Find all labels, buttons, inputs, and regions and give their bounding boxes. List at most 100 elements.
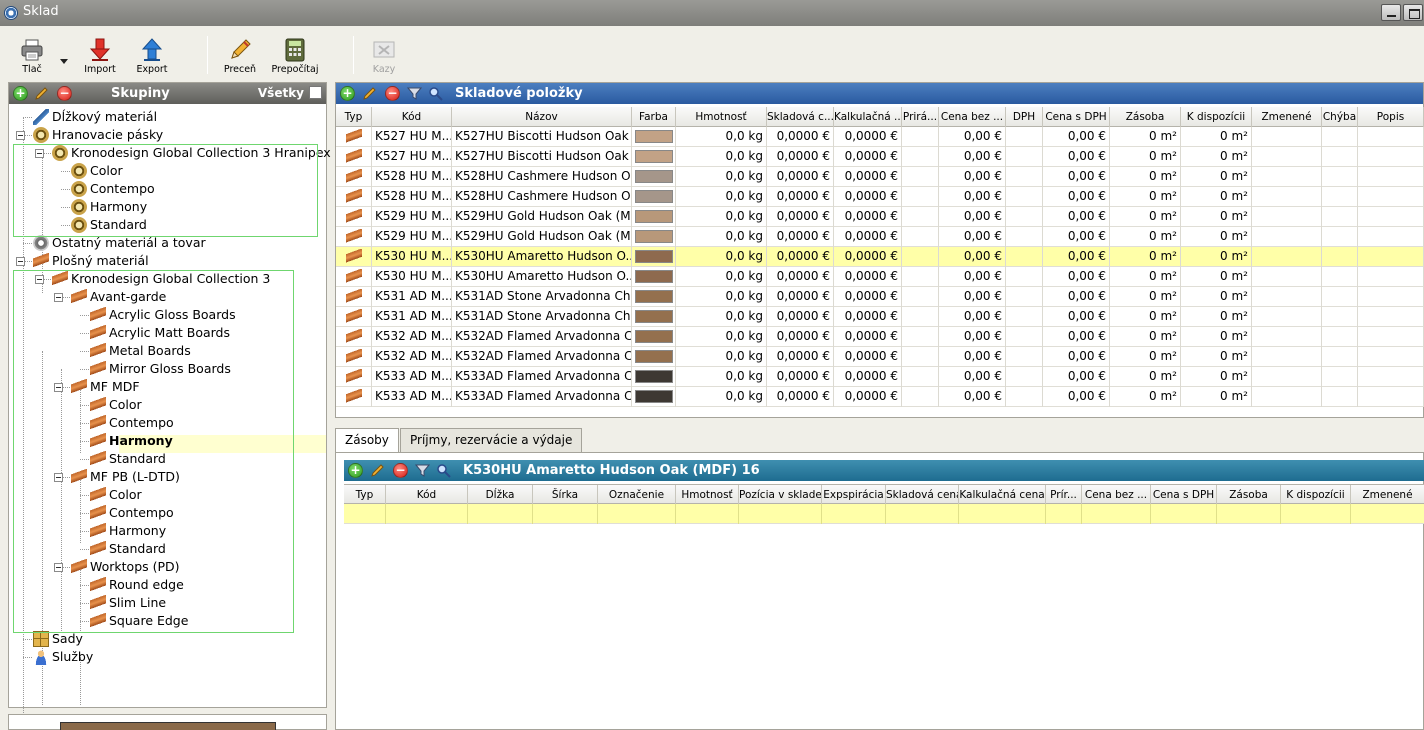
column-header[interactable]: Typ — [336, 107, 372, 127]
table-row[interactable]: K528 HU M... K528HU Cashmere Hudson O... 0… — [336, 187, 1424, 207]
edit-icon[interactable] — [34, 86, 49, 101]
table-row[interactable]: K531 AD M... K531AD Stone Arvadonna Ch...… — [336, 287, 1424, 307]
add-icon[interactable]: + — [348, 463, 363, 478]
column-header[interactable]: Pozícia v sklade — [739, 485, 822, 505]
column-header[interactable]: Typ — [344, 485, 386, 505]
empty-cell[interactable] — [959, 504, 1046, 524]
column-header[interactable]: Zásoba — [1110, 107, 1181, 127]
empty-cell[interactable] — [1151, 504, 1217, 524]
column-header[interactable]: Hmotnosť — [676, 107, 767, 127]
tab-stock[interactable]: Zásoby — [335, 428, 399, 453]
empty-cell[interactable] — [739, 504, 822, 524]
column-header[interactable]: Označenie — [598, 485, 676, 505]
stock-price-cell: 0,0000 € — [767, 287, 834, 307]
tree-item[interactable]: Plošný materiál — [9, 252, 326, 270]
column-header[interactable]: Kód — [386, 485, 468, 505]
column-header[interactable]: Názov — [452, 107, 632, 127]
empty-cell[interactable] — [344, 504, 386, 524]
empty-cell[interactable] — [1082, 504, 1151, 524]
column-header[interactable]: Zmenené — [1252, 107, 1322, 127]
search-icon[interactable] — [436, 463, 451, 478]
stock-detail-new-row[interactable] — [344, 504, 1424, 524]
column-header[interactable]: Cena bez ... — [1082, 485, 1151, 505]
available-cell: 0 m² — [1181, 207, 1252, 227]
reprice-button[interactable]: Preceň — [214, 36, 266, 76]
empty-cell[interactable] — [468, 504, 533, 524]
empty-cell[interactable] — [386, 504, 468, 524]
search-icon[interactable] — [428, 86, 443, 101]
all-checkbox[interactable] — [309, 86, 322, 99]
empty-cell[interactable] — [1351, 504, 1424, 524]
add-icon[interactable]: + — [340, 86, 355, 101]
empty-cell[interactable] — [822, 504, 886, 524]
column-header[interactable]: Prirá... — [902, 107, 939, 127]
empty-cell — [1006, 307, 1043, 327]
table-row[interactable]: K527 HU M... K527HU Biscotti Hudson Oak .… — [336, 147, 1424, 167]
maximize-button[interactable] — [1403, 4, 1423, 21]
collapse-toggle-icon[interactable] — [16, 257, 25, 266]
table-row[interactable]: K529 HU M... K529HU Gold Hudson Oak (M...… — [336, 227, 1424, 247]
table-row[interactable]: K529 HU M... K529HU Gold Hudson Oak (M...… — [336, 207, 1424, 227]
price-vat-cell: 0,00 € — [1043, 367, 1110, 387]
minimize-button[interactable] — [1381, 4, 1401, 21]
column-header[interactable]: Hmotnosť — [676, 485, 739, 505]
column-header[interactable]: Dĺžka — [468, 485, 533, 505]
column-header[interactable]: Prír... — [1046, 485, 1082, 505]
table-row[interactable]: K533 AD M... K533AD Flamed Arvadonna C...… — [336, 367, 1424, 387]
table-row[interactable]: K530 HU M... K530HU Amaretto Hudson O... 0… — [336, 247, 1424, 267]
delete-icon[interactable]: − — [57, 86, 72, 101]
empty-cell[interactable] — [598, 504, 676, 524]
table-row[interactable]: K531 AD M... K531AD Stone Arvadonna Ch...… — [336, 307, 1424, 327]
add-icon[interactable]: + — [13, 86, 28, 101]
column-header[interactable]: Cena s DPH — [1043, 107, 1110, 127]
column-header[interactable]: Kalkulačná ... — [834, 107, 902, 127]
column-header[interactable]: Expspirácia — [822, 485, 886, 505]
column-header[interactable]: Skladová cena — [886, 485, 959, 505]
column-header[interactable]: K dispozícii — [1281, 485, 1351, 505]
table-row[interactable]: K532 AD M... K532AD Flamed Arvadonna C...… — [336, 347, 1424, 367]
table-row[interactable]: K532 AD M... K532AD Flamed Arvadonna C...… — [336, 327, 1424, 347]
table-row[interactable]: K528 HU M... K528HU Cashmere Hudson O... 0… — [336, 167, 1424, 187]
empty-cell[interactable] — [1281, 504, 1351, 524]
table-row[interactable]: K533 AD M... K533AD Flamed Arvadonna C...… — [336, 387, 1424, 407]
column-header[interactable]: DPH — [1006, 107, 1043, 127]
tree-item[interactable]: Dĺžkový materiál — [9, 108, 326, 126]
empty-cell[interactable] — [676, 504, 739, 524]
empty-cell[interactable] — [533, 504, 598, 524]
delete-icon[interactable]: − — [385, 86, 400, 101]
chevron-down-icon[interactable] — [60, 59, 68, 64]
empty-cell — [1252, 287, 1322, 307]
column-header[interactable]: Cena bez ... — [939, 107, 1006, 127]
filter-icon[interactable] — [407, 86, 422, 101]
column-header[interactable]: Kalkulačná cena — [959, 485, 1046, 505]
column-header[interactable]: K dispozícii — [1181, 107, 1252, 127]
recalculate-button[interactable]: Prepočítaj — [269, 36, 321, 76]
table-row[interactable]: K530 HU M... K530HU Amaretto Hudson O... 0… — [336, 267, 1424, 287]
edit-icon[interactable] — [370, 463, 385, 478]
empty-cell — [1006, 187, 1043, 207]
column-header[interactable]: Zásoba — [1217, 485, 1281, 505]
tree-item[interactable]: Služby — [9, 648, 326, 666]
column-header[interactable]: Chýba — [1322, 107, 1358, 127]
print-button[interactable]: Tlač — [6, 36, 68, 76]
column-header[interactable]: Farba — [632, 107, 676, 127]
empty-cell[interactable] — [1217, 504, 1281, 524]
delete-icon[interactable]: − — [393, 463, 408, 478]
column-header[interactable]: Šírka — [533, 485, 598, 505]
export-button[interactable]: Export — [126, 36, 178, 76]
defects-button[interactable]: Kazy — [358, 36, 410, 76]
edit-icon[interactable] — [362, 86, 377, 101]
filter-icon[interactable] — [415, 463, 430, 478]
column-header[interactable]: Kód — [372, 107, 452, 127]
empty-cell[interactable] — [886, 504, 959, 524]
collapse-toggle-icon[interactable] — [16, 131, 25, 140]
import-button[interactable]: Import — [74, 36, 126, 76]
tree-item[interactable]: Hranovacie pásky — [9, 126, 326, 144]
column-header[interactable]: Cena s DPH — [1151, 485, 1217, 505]
table-row[interactable]: K527 HU M... K527HU Biscotti Hudson Oak .… — [336, 127, 1424, 147]
column-header[interactable]: Zmenené — [1351, 485, 1424, 505]
empty-cell[interactable] — [1046, 504, 1082, 524]
tab-receipts[interactable]: Príjmy, rezervácie a výdaje — [400, 428, 583, 452]
column-header[interactable]: Skladová c... — [767, 107, 834, 127]
column-header[interactable]: Popis — [1358, 107, 1424, 127]
